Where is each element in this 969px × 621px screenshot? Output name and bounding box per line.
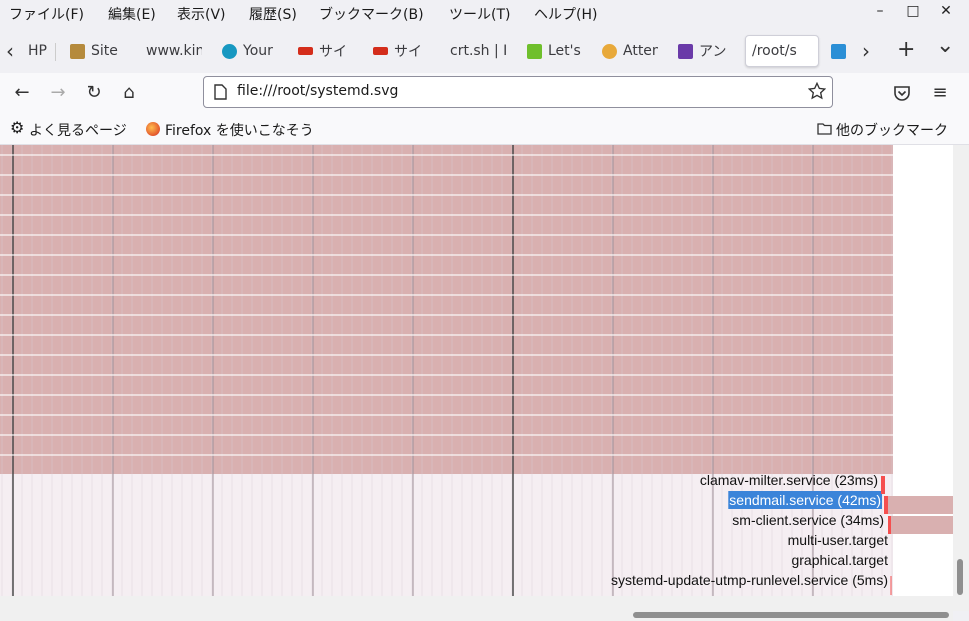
tab-blue[interactable] — [831, 35, 859, 67]
vertical-scrollbar[interactable] — [953, 145, 969, 611]
tab-www[interactable]: www.kin — [146, 35, 202, 67]
tab-label: アン — [699, 44, 727, 60]
activation-bar — [884, 496, 888, 514]
tab-label: サイ — [394, 44, 422, 60]
home-button[interactable]: ⌂ — [116, 80, 142, 106]
tab-label: サイ — [319, 44, 347, 60]
badge-icon — [602, 43, 617, 59]
tab-lets[interactable]: Let's — [527, 35, 583, 67]
tab-label: /root/s — [752, 43, 797, 59]
site-icon — [70, 43, 85, 59]
tab-your[interactable]: Your — [222, 35, 278, 67]
boot-chart: clamav-milter.service (23ms) sendmail.ser… — [0, 145, 953, 596]
tab-bar: ‹ HP Site www.kin Your サイ サイ crt.sh | I … — [0, 27, 969, 73]
blue-icon — [831, 43, 846, 59]
tab-label: Let's — [548, 43, 581, 59]
tab-sai-1[interactable]: サイ — [298, 35, 354, 67]
service-label: graphical.target — [791, 552, 888, 568]
star-icon[interactable] — [807, 81, 827, 104]
bookmark-firefox-tips[interactable]: Firefox を使いこなそう — [165, 120, 314, 140]
bookmarks-toolbar: ⚙ よく見るページ Firefox を使いこなそう 他のブックマーク — [0, 113, 969, 145]
folder-icon — [817, 122, 832, 139]
tab-atten[interactable]: Atten — [602, 35, 658, 67]
pocket-icon[interactable] — [893, 84, 911, 106]
it-icon — [527, 43, 542, 59]
reload-button[interactable]: ↻ — [81, 80, 107, 106]
menu-history[interactable]: 履歴(S) — [249, 4, 297, 24]
service-label: sm-client.service (34ms) — [732, 512, 884, 528]
horizontal-scrollbar[interactable] — [0, 596, 953, 621]
brand-icon — [373, 47, 388, 55]
tab-root-active[interactable]: /root/s — [745, 35, 819, 67]
app-menu-button[interactable]: ≡ — [927, 80, 953, 106]
service-bar — [891, 516, 953, 534]
back-button[interactable]: ← — [9, 80, 35, 106]
gear-icon: ⚙ — [10, 118, 25, 137]
tab-label: Atten — [623, 43, 658, 59]
url-bar[interactable]: file:///root/systemd.svg — [203, 76, 833, 108]
page-icon — [214, 84, 227, 104]
tab-scroll-left-icon[interactable]: ‹ — [6, 39, 14, 63]
close-window-button[interactable]: ✕ — [936, 3, 956, 23]
menu-edit[interactable]: 編集(E) — [108, 4, 156, 24]
forward-button[interactable]: → — [45, 80, 71, 106]
menu-view[interactable]: 表示(V) — [177, 4, 226, 24]
service-label: systemd-update-utmp-runlevel.service (5m… — [611, 572, 888, 588]
tab-site[interactable]: Site — [70, 35, 126, 67]
tab-label: Site — [91, 43, 118, 59]
menu-bar: ファイル(F) 編集(E) 表示(V) 履歴(S) ブックマーク(B) ツール(… — [0, 0, 969, 27]
activation-bar — [881, 476, 885, 494]
tab-an[interactable]: アン — [678, 35, 734, 67]
tab-sai-2[interactable]: サイ — [373, 35, 429, 67]
menu-file[interactable]: ファイル(F) — [9, 4, 84, 24]
url-text[interactable]: file:///root/systemd.svg — [237, 83, 398, 99]
service-block — [0, 145, 893, 474]
new-tab-button[interactable]: + — [897, 37, 915, 62]
tab-label: crt.sh | I — [450, 43, 506, 59]
menu-help[interactable]: ヘルプ(H) — [534, 4, 597, 24]
list-tabs-button[interactable]: ⌄ — [936, 33, 954, 58]
tab-hp[interactable]: HP — [28, 35, 50, 67]
vertical-scroll-thumb[interactable] — [957, 559, 963, 595]
minimize-button[interactable]: – — [870, 3, 890, 23]
menu-tools[interactable]: ツール(T) — [449, 4, 510, 24]
salesforce-icon — [222, 43, 237, 59]
image-icon — [678, 43, 693, 59]
menu-bookmarks[interactable]: ブックマーク(B) — [319, 4, 424, 24]
bookmark-other[interactable]: 他のブックマーク — [836, 120, 948, 140]
brand-icon — [298, 47, 313, 55]
service-bar — [888, 496, 953, 514]
svg-content: clamav-milter.service (23ms) sendmail.ser… — [0, 145, 953, 596]
maximize-button[interactable]: □ — [903, 3, 923, 23]
tab-crt[interactable]: crt.sh | I — [450, 35, 506, 67]
tab-label: Your — [243, 43, 273, 59]
service-label: clamav-milter.service (23ms) — [700, 472, 878, 488]
bookmark-most-visited[interactable]: よく見るページ — [29, 120, 127, 140]
service-label: sendmail.service (42ms) — [729, 492, 881, 508]
horizontal-scroll-thumb[interactable] — [633, 612, 949, 618]
service-label: multi-user.target — [788, 532, 888, 548]
firefox-icon — [146, 122, 160, 136]
tab-scroll-right-icon[interactable]: › — [862, 39, 870, 63]
tab-label: www.kin — [146, 43, 202, 59]
tab-label: HP — [28, 43, 47, 59]
